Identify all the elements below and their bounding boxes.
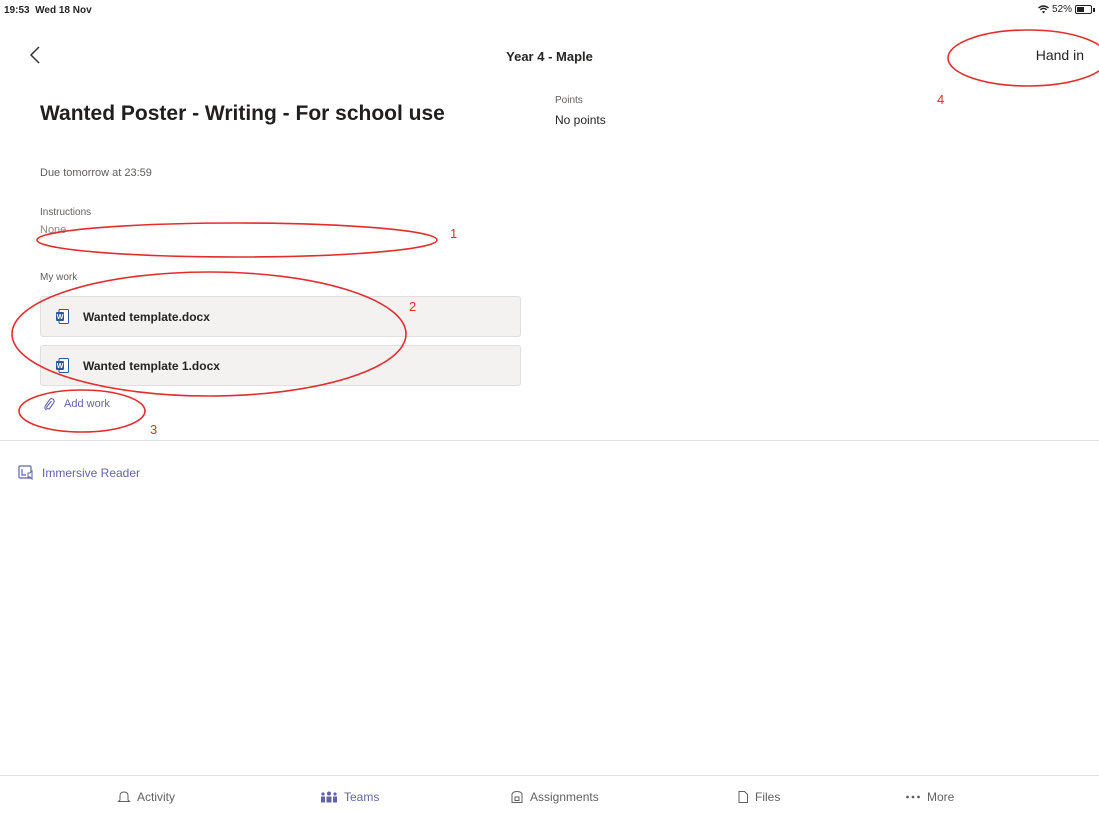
points-label: Points [555, 95, 583, 106]
annotation-number: 4 [937, 92, 945, 107]
add-work-label: Add work [64, 398, 110, 410]
immersive-reader-icon [18, 465, 33, 481]
annotation-number: 2 [409, 299, 417, 314]
file-card[interactable]: W Wanted template.docx [40, 296, 521, 337]
file-name: Wanted template 1.docx [83, 358, 220, 373]
paperclip-icon [44, 398, 55, 411]
teams-icon [321, 791, 337, 803]
tab-more[interactable]: More [905, 790, 954, 804]
immersive-reader-button[interactable]: Immersive Reader [18, 465, 140, 481]
tab-label: Files [755, 790, 781, 804]
file-icon [738, 791, 748, 803]
hand-in-button[interactable]: Hand in [1036, 47, 1084, 63]
status-bar: 19:53 Wed 18 Nov 52% [0, 0, 1099, 22]
assignments-icon [511, 790, 523, 803]
annotation-number: 1 [450, 226, 458, 241]
word-doc-icon: W [56, 309, 69, 324]
status-indicators: 52% [1038, 4, 1095, 15]
due-date: Due tomorrow at 23:59 [40, 167, 152, 179]
section-divider [0, 440, 1099, 441]
svg-text:W: W [57, 363, 64, 370]
word-doc-icon: W [56, 358, 69, 373]
instructions-value: None [40, 224, 67, 236]
bottom-tab-bar: Activity Teams Assignments Files More [0, 775, 1099, 813]
my-work-label: My work [40, 272, 78, 283]
points-value: No points [555, 113, 606, 127]
file-name: Wanted template.docx [83, 309, 210, 324]
instructions-label: Instructions [40, 207, 92, 218]
tab-label: Teams [344, 790, 380, 804]
bell-icon [117, 791, 131, 802]
battery-percent: 52% [1051, 4, 1072, 15]
tab-label: More [927, 790, 955, 804]
annotation-ellipse-instructions [36, 222, 438, 258]
tab-files[interactable]: Files [737, 790, 780, 804]
battery-tip [1093, 7, 1095, 12]
svg-text:W: W [57, 314, 64, 321]
tab-teams[interactable]: Teams [320, 790, 379, 804]
tab-label: Assignments [530, 790, 599, 804]
nav-title: Year 4 - Maple [506, 49, 593, 64]
battery-icon [1075, 5, 1092, 14]
add-work-button[interactable]: Add work [43, 397, 110, 411]
annotation-number: 3 [150, 422, 158, 437]
wifi-icon [1038, 5, 1049, 14]
status-time: 19:53 Wed 18 Nov [4, 5, 92, 16]
tab-activity[interactable]: Activity [117, 790, 175, 804]
tab-assignments[interactable]: Assignments [510, 790, 599, 804]
battery-fill [1077, 7, 1084, 12]
file-card[interactable]: W Wanted template 1.docx [40, 345, 521, 386]
tab-label: Activity [137, 790, 176, 804]
immersive-reader-label: Immersive Reader [42, 466, 141, 480]
ellipsis-icon [906, 795, 920, 799]
assignment-title: Wanted Poster - Writing - For school use [40, 102, 445, 125]
